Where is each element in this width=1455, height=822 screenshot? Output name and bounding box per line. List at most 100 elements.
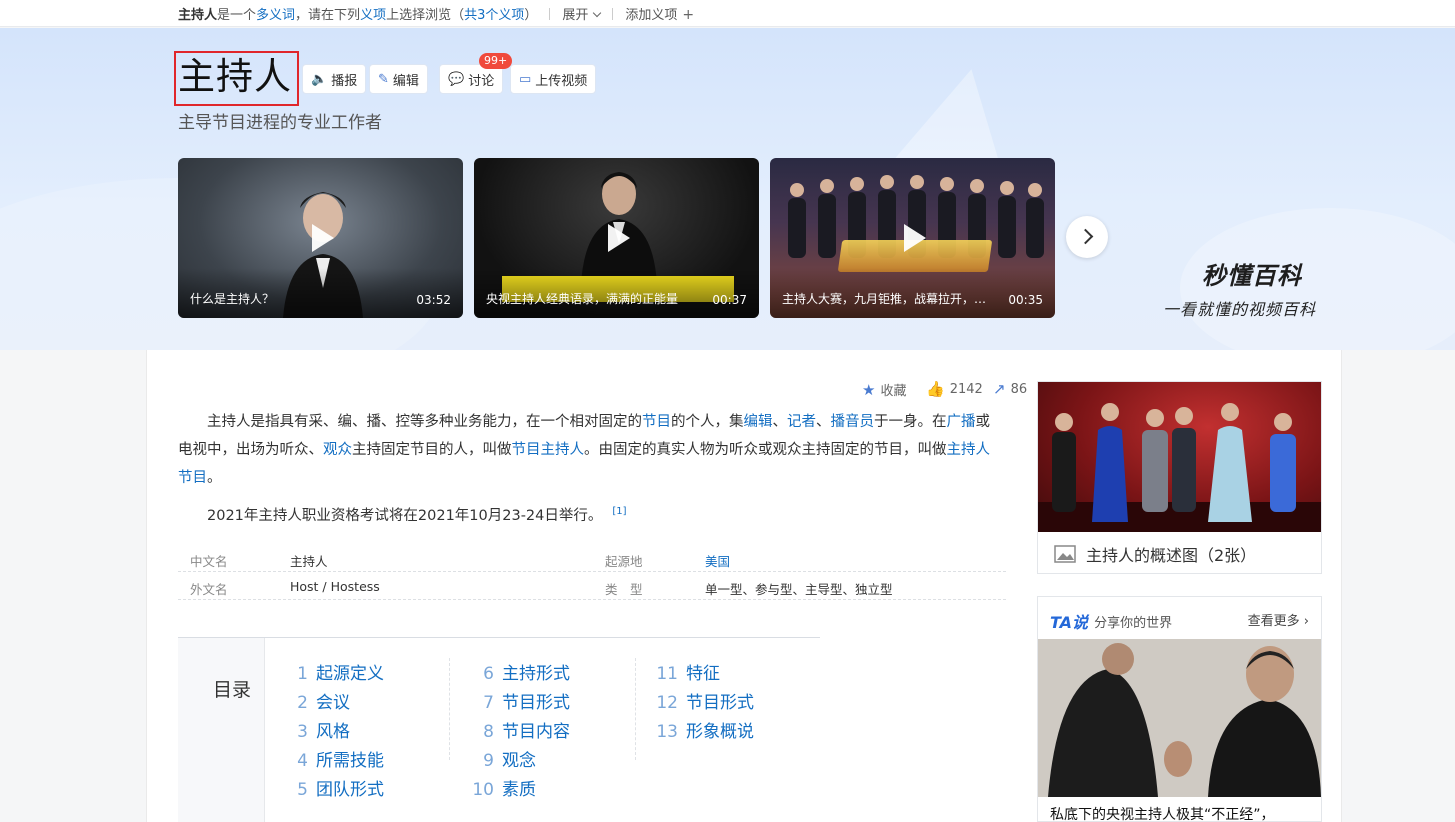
- link-program-host[interactable]: 节目主持人: [512, 442, 585, 458]
- sense-link[interactable]: 义项: [360, 4, 386, 23]
- share-button[interactable]: ↗ 86: [993, 380, 1027, 398]
- miaodong-logo: 秒懂百科: [1202, 261, 1302, 290]
- toc-label: 所需技能: [316, 751, 384, 771]
- toc-number: 8: [483, 722, 494, 742]
- miaodong-slogan: 一看就懂的视频百科: [1163, 300, 1317, 319]
- ta-shuo-image[interactable]: [1038, 639, 1321, 797]
- toc-item[interactable]: 9 观念: [468, 746, 536, 771]
- toc-item[interactable]: 1 起源定义: [288, 659, 384, 684]
- info-key: 起源地: [605, 554, 643, 569]
- discuss-count-badge: 99+: [479, 53, 513, 69]
- toc-item[interactable]: 8 节目内容: [468, 717, 570, 742]
- toc-label: 节目形式: [502, 693, 570, 713]
- ta-shuo-caption[interactable]: 私底下的央视主持人极其“不正经”，: [1050, 804, 1275, 822]
- toc-item[interactable]: 4 所需技能: [288, 746, 384, 771]
- broadcast-button[interactable]: 🔈 播报: [302, 64, 367, 94]
- toc-heading: 目录: [213, 679, 252, 701]
- toc-sidebar: 目录: [178, 638, 265, 822]
- toc-item[interactable]: 11 特征: [654, 659, 720, 684]
- toc-number: 10: [472, 780, 494, 800]
- video-card[interactable]: 央视主持人经典语录，满满的正能量 00:37: [474, 158, 759, 318]
- toc-label: 节目形式: [686, 693, 754, 713]
- next-arrow-button[interactable]: [1066, 216, 1108, 258]
- see-more-link[interactable]: 查看更多 ›: [1248, 610, 1309, 629]
- video-caption: 央视主持人经典语录，满满的正能量: [486, 292, 679, 306]
- text: 主持人是指具有采、编、播、控等多种业务能力，在一个相对固定的: [207, 414, 642, 430]
- chevron-right-icon: ›: [1303, 614, 1309, 629]
- toc-number: 2: [297, 693, 308, 713]
- broadcast-label: 播报: [331, 73, 358, 89]
- senses-count-link[interactable]: 共3个义项: [464, 4, 524, 23]
- toc-number: 5: [297, 780, 308, 800]
- toc-label: 形象概说: [686, 722, 754, 742]
- plus-icon: +: [682, 7, 695, 23]
- title-highlight-box: [174, 51, 299, 106]
- toc-label: 团队形式: [316, 780, 384, 800]
- toc-item[interactable]: 2 会议: [288, 688, 350, 713]
- polysemy-text: 是一个: [217, 8, 257, 23]
- play-icon: [311, 224, 334, 252]
- reference-link[interactable]: [1]: [612, 506, 626, 517]
- video-card[interactable]: 主持人大赛，九月钜推，战幕拉开，… 00:35: [770, 158, 1055, 318]
- overview-caption: 主持人的概述图（2张）: [1054, 542, 1256, 566]
- toc-item[interactable]: 7 节目形式: [468, 688, 570, 713]
- link-program[interactable]: 节目: [642, 414, 671, 430]
- see-more-label: 查看更多: [1247, 614, 1300, 629]
- link-reporter[interactable]: 记者: [787, 414, 816, 430]
- video-card[interactable]: 什么是主持人？ 03:52: [178, 158, 463, 318]
- text: 的个人，集: [671, 414, 744, 430]
- text: 、: [772, 414, 788, 430]
- toc-item[interactable]: 10 素质: [468, 775, 536, 800]
- like-button[interactable]: 👍 2142: [926, 380, 983, 398]
- video-caption: 什么是主持人？: [190, 292, 275, 306]
- text: 于一身。在: [874, 414, 947, 430]
- ta-shuo-logo: TA说: [1050, 613, 1089, 632]
- toc-label: 素质: [502, 780, 536, 800]
- edit-button[interactable]: ✎ 编辑: [369, 64, 428, 94]
- link-audience[interactable]: 观众: [323, 442, 352, 458]
- text: 。由固定的真实人物为听众或观众主持固定的节目，叫做: [584, 442, 947, 458]
- toc-number: 12: [656, 693, 678, 713]
- hosts-on-stage-image: [1038, 403, 1321, 532]
- chevron-right-icon: [1077, 228, 1094, 245]
- expand-label: 展开: [562, 8, 589, 23]
- video-duration: 03:52: [416, 293, 451, 307]
- link-radio[interactable]: 广播: [947, 414, 976, 430]
- toc-item[interactable]: 3 风格: [288, 717, 350, 742]
- chat-icon: 💬: [448, 71, 465, 87]
- toc-number: 9: [483, 751, 494, 771]
- share-count: 86: [1010, 381, 1028, 397]
- toc-item[interactable]: 5 团队形式: [288, 775, 384, 800]
- polysemy-bar: 主持人 是一个 多义词 ，请在下列 义项 上选择浏览（ 共3个义项 ） 展开 添…: [0, 0, 1455, 27]
- text: 2021年主持人职业资格考试将在2021年10月23-24日举行。: [207, 507, 603, 524]
- polysemy-link[interactable]: 多义词: [256, 4, 295, 23]
- video-caption: 主持人大赛，九月钜推，战幕拉开，…: [782, 292, 987, 306]
- info-row: 中文名 主持人 起源地 美国: [178, 544, 1006, 572]
- link-editor[interactable]: 编辑: [744, 414, 773, 430]
- collect-button[interactable]: ★ 收藏: [862, 380, 907, 400]
- toc-number: 4: [297, 751, 308, 771]
- upload-video-button[interactable]: ▭ 上传视频: [510, 64, 597, 94]
- info-value-link[interactable]: 美国: [705, 551, 730, 570]
- toc-item[interactable]: 13 形象概说: [654, 717, 754, 742]
- expand-button[interactable]: 展开: [562, 4, 602, 23]
- add-sense-button[interactable]: 添加义项 +: [625, 4, 694, 23]
- toc-item[interactable]: 6 主持形式: [468, 659, 570, 684]
- divider: [635, 658, 636, 760]
- toc-number: 7: [483, 693, 494, 713]
- link-announcer[interactable]: 播音员: [831, 414, 875, 430]
- image-gallery-icon: [1054, 545, 1076, 563]
- polysemy-text: ）: [524, 8, 538, 23]
- overview-album-card[interactable]: 主持人的概述图（2张）: [1037, 381, 1322, 574]
- thumbs-up-icon: 👍: [926, 380, 945, 398]
- text: 、: [816, 414, 831, 430]
- collect-label: 收藏: [880, 384, 907, 399]
- edit-label: 编辑: [392, 73, 419, 89]
- ta-shuo-header: TA说 分享你的世界: [1050, 609, 1172, 633]
- text: 主持固定节目的人，叫做: [352, 442, 512, 458]
- play-icon: [607, 224, 630, 252]
- video-duration: 00:35: [1008, 293, 1043, 307]
- toc-item[interactable]: 12 节目形式: [654, 688, 754, 713]
- ta-shuo-slogan: 分享你的世界: [1094, 615, 1173, 631]
- like-count: 2142: [949, 381, 983, 397]
